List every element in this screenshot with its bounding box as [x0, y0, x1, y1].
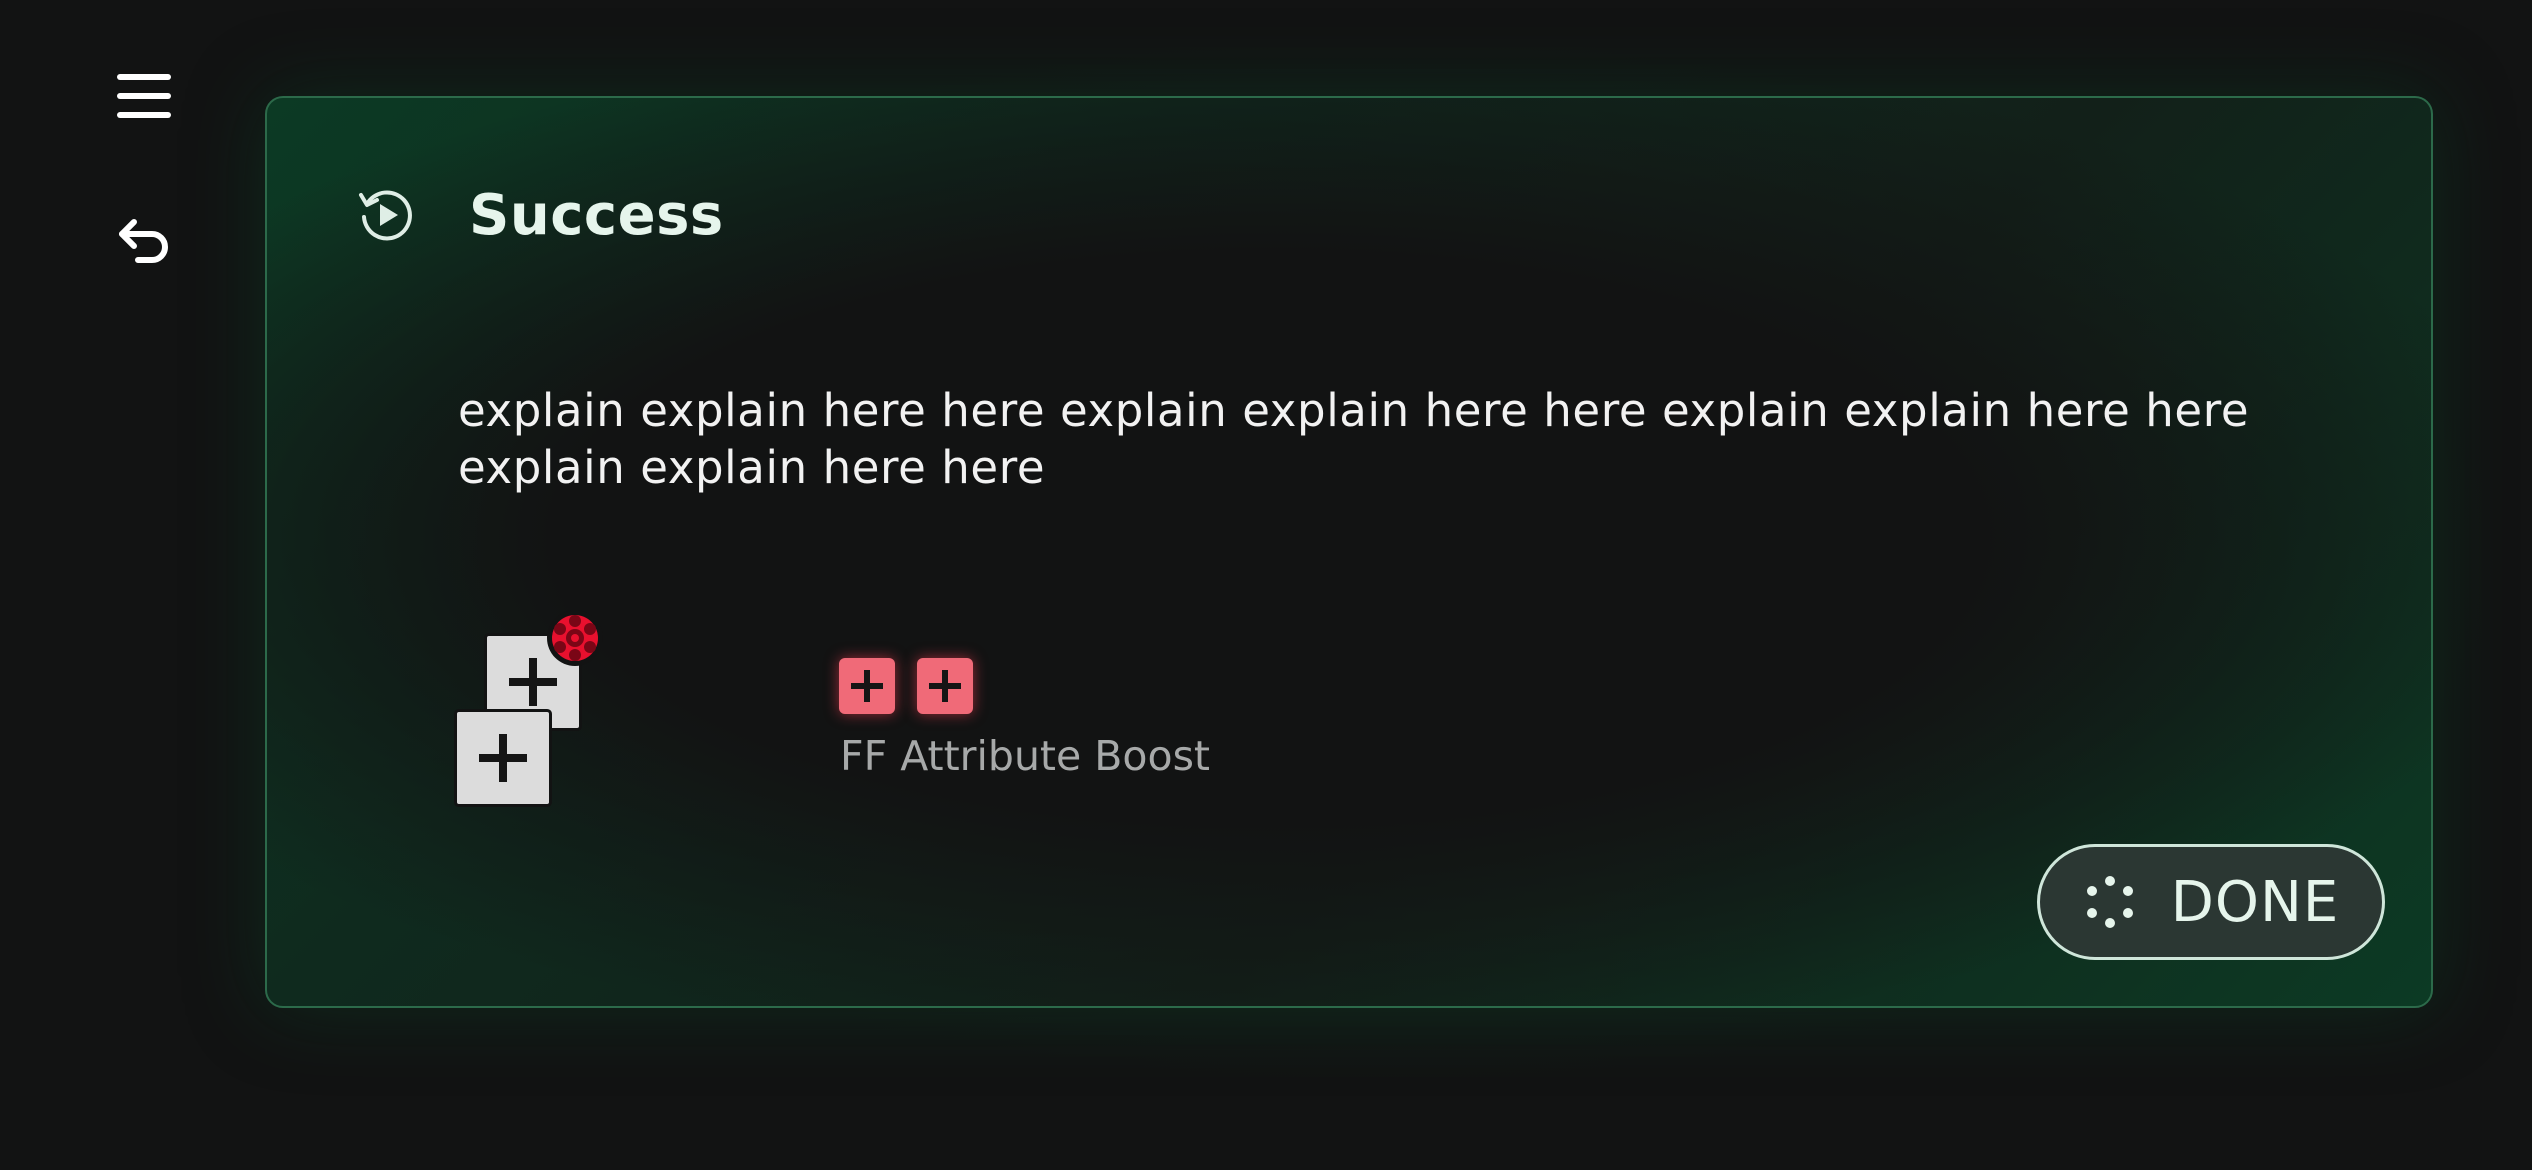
- done-button[interactable]: DONE: [2037, 844, 2385, 960]
- dialog-header: Success: [355, 180, 724, 250]
- back-button[interactable]: [100, 196, 188, 284]
- boost-badges: [839, 658, 973, 714]
- plus-badge-icon: [839, 658, 895, 714]
- card-front: [457, 712, 549, 804]
- dialog-title: Success: [469, 182, 724, 248]
- return-arrow-icon: [119, 219, 168, 263]
- stacked-plus-cards-icon: [457, 510, 617, 810]
- replay-icon: [359, 190, 412, 241]
- red-gem-icon: [547, 610, 603, 666]
- screen: Success explain explain here here explai…: [0, 0, 2532, 1170]
- success-dialog: Success explain explain here here explai…: [265, 96, 2433, 1008]
- dots-circle-icon: [2086, 876, 2133, 928]
- reward-item-name: FF Attribute Boost: [840, 732, 1211, 780]
- hamburger-menu-icon: [117, 74, 171, 118]
- plus-icon: [479, 734, 527, 782]
- reward-item: FF Attribute Boost: [457, 510, 1257, 810]
- plus-badge-icon: [917, 658, 973, 714]
- dialog-description: explain explain here here explain explai…: [458, 384, 2250, 494]
- menu-button[interactable]: [100, 52, 188, 140]
- done-button-label: DONE: [2170, 869, 2340, 935]
